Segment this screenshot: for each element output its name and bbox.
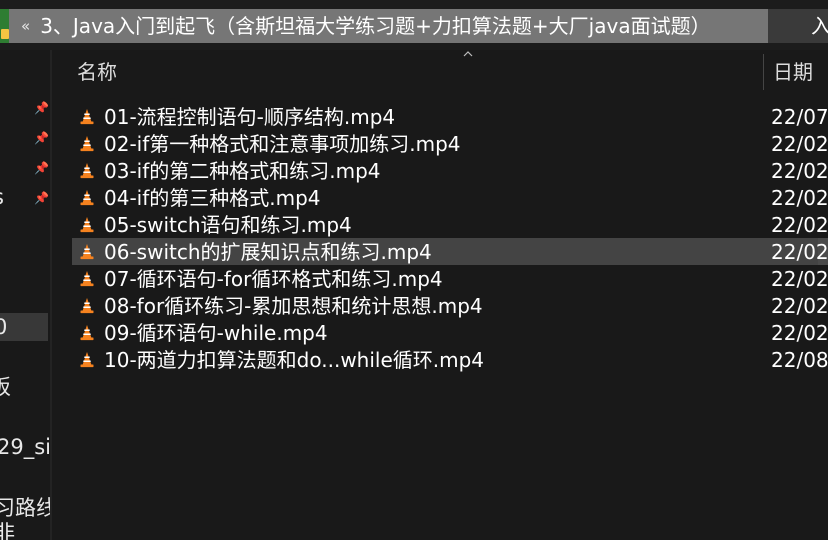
- vlc-cone-icon: [80, 217, 94, 233]
- file-list: 01-流程控制语句-顺序结构.mp4 22/07 02-if第一种格式和注意事项…: [52, 103, 828, 373]
- nav-item-partial[interactable]: 非: [0, 523, 15, 540]
- folder-icon: [1, 29, 9, 39]
- vlc-cone-icon: [80, 298, 94, 314]
- file-name[interactable]: 01-流程控制语句-顺序结构.mp4: [104, 106, 395, 128]
- vlc-cone-icon: [80, 244, 94, 260]
- file-date: 22/08: [771, 348, 828, 372]
- file-name[interactable]: 06-switch的扩展知识点和练习.mp4: [104, 241, 432, 263]
- file-row[interactable]: 08-for循环练习-累加思想和统计思想.mp4 22/02: [52, 292, 828, 319]
- file-row[interactable]: 10-两道力扣算法题和do...while循环.mp4 22/08: [52, 346, 828, 373]
- folder-icon-tile[interactable]: [0, 9, 9, 43]
- file-date: 22/02: [771, 267, 828, 291]
- vlc-cone-icon: [80, 352, 94, 368]
- vlc-cone-icon: [80, 325, 94, 341]
- file-row-selected[interactable]: 06-switch的扩展知识点和练习.mp4 22/02: [52, 238, 828, 265]
- file-row[interactable]: 05-switch语句和练习.mp4 22/02: [52, 211, 828, 238]
- sort-ascending-icon: [463, 51, 473, 57]
- column-header-date[interactable]: 日期: [773, 62, 813, 82]
- file-date: 22/02: [771, 132, 828, 156]
- file-name[interactable]: 04-if的第三种格式.mp4: [104, 187, 321, 209]
- breadcrumb[interactable]: « 3、Java入门到起飞（含斯坦福大学练习题+力扣算法题+大厂java面试题）: [9, 9, 768, 43]
- pin-icon: 📌: [34, 161, 49, 175]
- navigation-pane: 📌 📌 📌 📌 s 0 饭 29_si 习路线 非: [0, 50, 50, 540]
- nav-item-partial[interactable]: 饭: [0, 377, 11, 398]
- nav-item-partial[interactable]: 0: [0, 317, 7, 338]
- file-row[interactable]: 01-流程控制语句-顺序结构.mp4 22/07: [52, 103, 828, 130]
- file-name[interactable]: 03-if的第二种格式和练习.mp4: [104, 160, 381, 182]
- file-name[interactable]: 05-switch语句和练习.mp4: [104, 214, 352, 236]
- breadcrumb-next-partial[interactable]: 入: [811, 9, 828, 43]
- file-row[interactable]: 02-if第一种格式和注意事项加练习.mp4 22/02: [52, 130, 828, 157]
- nav-item-partial[interactable]: 习路线: [0, 498, 50, 519]
- vlc-cone-icon: [80, 163, 94, 179]
- file-date: 22/02: [771, 321, 828, 345]
- address-bar: « 3、Java入门到起飞（含斯坦福大学练习题+力扣算法题+大厂java面试题）…: [0, 0, 828, 50]
- file-name[interactable]: 07-循环语句-for循环格式和练习.mp4: [104, 268, 443, 290]
- file-row[interactable]: 07-循环语句-for循环格式和练习.mp4 22/02: [52, 265, 828, 292]
- vlc-cone-icon: [80, 109, 94, 125]
- column-resize-handle[interactable]: [763, 54, 764, 90]
- nav-item-partial[interactable]: 29_si: [0, 437, 50, 458]
- file-date: 22/02: [771, 240, 828, 264]
- pin-icon: 📌: [34, 131, 49, 145]
- file-date: 22/02: [771, 186, 828, 210]
- breadcrumb-current-folder[interactable]: 3、Java入门到起飞（含斯坦福大学练习题+力扣算法题+大厂java面试题）: [40, 16, 710, 36]
- file-row[interactable]: 04-if的第三种格式.mp4 22/02: [52, 184, 828, 211]
- file-name[interactable]: 09-循环语句-while.mp4: [104, 322, 328, 344]
- file-name[interactable]: 08-for循环练习-累加思想和统计思想.mp4: [104, 295, 483, 317]
- pin-icon: 📌: [34, 101, 49, 115]
- file-name[interactable]: 02-if第一种格式和注意事项加练习.mp4: [104, 133, 461, 155]
- pin-icon: 📌: [34, 191, 49, 205]
- file-date: 22/02: [771, 159, 828, 183]
- file-row[interactable]: 09-循环语句-while.mp4 22/02: [52, 319, 828, 346]
- vlc-cone-icon: [80, 136, 94, 152]
- nav-item-partial[interactable]: s: [0, 187, 4, 208]
- file-date: 22/02: [771, 294, 828, 318]
- file-row[interactable]: 03-if的第二种格式和练习.mp4 22/02: [52, 157, 828, 184]
- column-header-name[interactable]: 名称: [77, 62, 117, 82]
- file-date: 22/07: [771, 105, 828, 129]
- breadcrumb-overflow-chevron-icon[interactable]: «: [21, 18, 30, 34]
- file-name[interactable]: 10-两道力扣算法题和do...while循环.mp4: [104, 349, 484, 371]
- file-date: 22/02: [771, 213, 828, 237]
- vlc-cone-icon: [80, 190, 94, 206]
- vlc-cone-icon: [80, 271, 94, 287]
- column-header: 名称 日期: [52, 50, 828, 94]
